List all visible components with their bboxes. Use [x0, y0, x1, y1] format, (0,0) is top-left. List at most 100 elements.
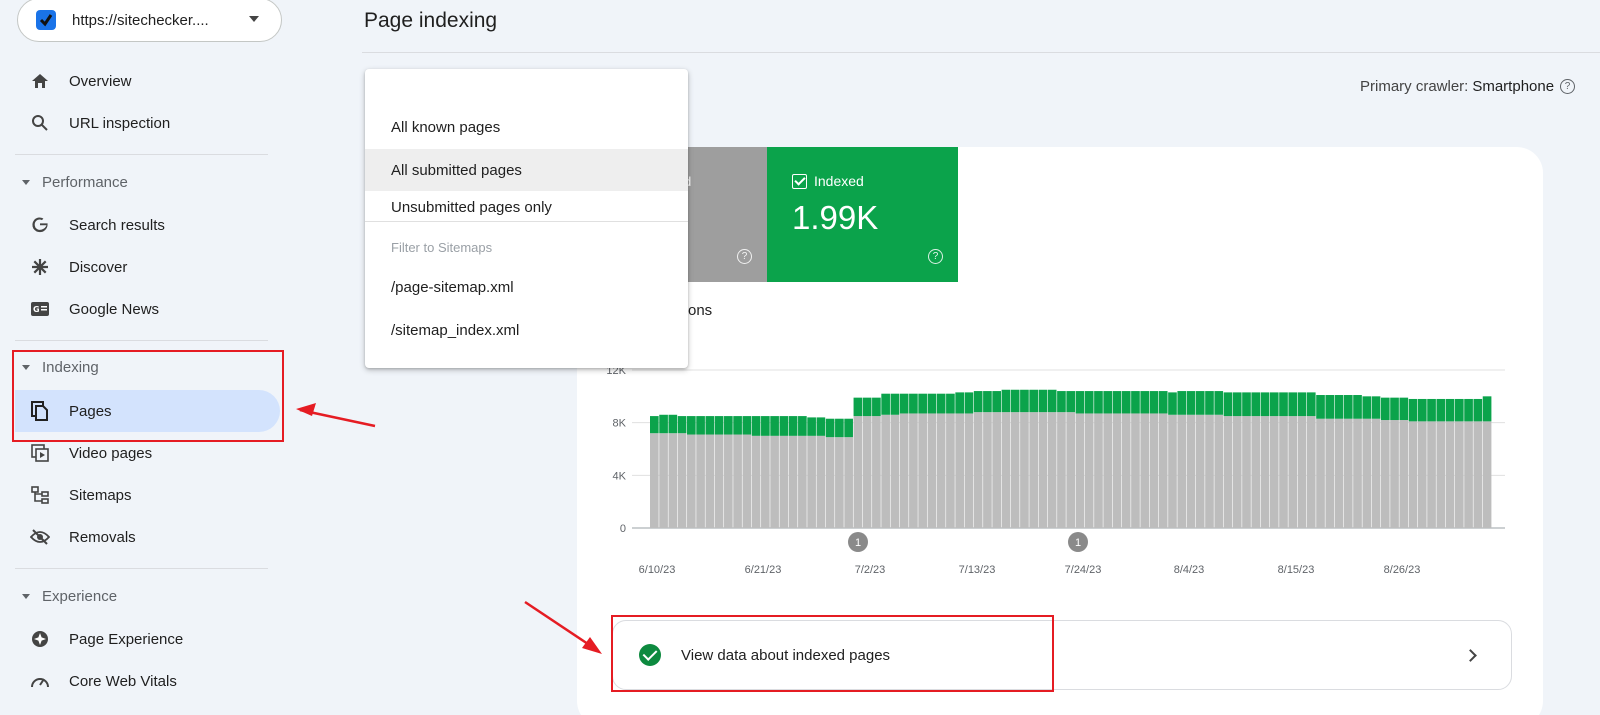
- bar-not-indexed: [890, 414, 900, 528]
- page-experience-icon: [30, 629, 50, 649]
- bar-indexed: [1436, 398, 1446, 422]
- bar-not-indexed: [1103, 413, 1113, 528]
- bar-not-indexed: [964, 413, 974, 528]
- bar-indexed: [770, 416, 779, 436]
- bar-not-indexed: [1343, 418, 1353, 528]
- news-icon: G: [30, 299, 50, 319]
- bar-indexed: [1075, 391, 1085, 414]
- gauge-icon: [30, 671, 50, 691]
- bar-indexed: [1066, 391, 1076, 413]
- bar-indexed: [1020, 389, 1029, 413]
- bar-not-indexed: [650, 433, 659, 528]
- bar-not-indexed: [1121, 413, 1131, 528]
- bar-not-indexed: [992, 412, 1002, 528]
- menu-item-page-sitemap[interactable]: /page-sitemap.xml: [365, 266, 688, 308]
- sidebar-item-sitemaps[interactable]: Sitemaps: [15, 474, 280, 516]
- help-icon[interactable]: ?: [737, 249, 752, 264]
- bar-indexed: [1158, 391, 1168, 414]
- pages-filter-menu: All known pages All submitted pages Unsu…: [365, 69, 688, 368]
- bar-not-indexed: [724, 434, 733, 528]
- bar-indexed: [779, 416, 789, 436]
- bar-not-indexed: [825, 437, 835, 528]
- checkbox-icon[interactable]: [792, 174, 807, 189]
- bar-indexed: [927, 393, 937, 414]
- bar-not-indexed: [659, 433, 668, 528]
- bar-indexed: [1297, 392, 1307, 417]
- help-icon[interactable]: ?: [928, 249, 943, 264]
- bar-not-indexed: [1232, 416, 1242, 528]
- bar-not-indexed: [714, 434, 724, 528]
- bar-not-indexed: [1269, 416, 1279, 528]
- bar-indexed: [1112, 391, 1122, 414]
- bar-indexed: [705, 416, 715, 435]
- bar-indexed: [1325, 395, 1335, 419]
- bar-indexed: [650, 416, 659, 434]
- bar-not-indexed: [1454, 421, 1464, 528]
- bar-indexed: [659, 414, 668, 434]
- section-performance[interactable]: Performance: [22, 174, 128, 191]
- sidebar-item-core-web-vitals[interactable]: Core Web Vitals: [15, 660, 280, 702]
- video-pages-icon: [30, 443, 50, 463]
- bar-not-indexed: [1214, 414, 1224, 528]
- filter-sitemaps-heading: Filter to Sitemaps: [391, 240, 493, 255]
- bar-indexed: [1001, 389, 1011, 413]
- bar-not-indexed: [983, 412, 992, 528]
- sidebar-item-overview[interactable]: Overview: [15, 60, 280, 102]
- bar-not-indexed: [1464, 421, 1473, 528]
- bar-indexed: [1454, 398, 1464, 422]
- menu-item-all-known-pages[interactable]: All known pages: [365, 106, 688, 148]
- sidebar-item-search-results[interactable]: Search results: [15, 204, 280, 246]
- bar-indexed: [918, 393, 927, 414]
- bar-not-indexed: [1223, 416, 1233, 528]
- bar-indexed: [1094, 391, 1103, 414]
- bar-indexed: [696, 416, 705, 435]
- section-experience[interactable]: Experience: [22, 588, 117, 605]
- bar-not-indexed: [705, 434, 715, 528]
- bar-indexed: [761, 416, 770, 436]
- bar-not-indexed: [1131, 413, 1140, 528]
- sidebar-item-label: Overview: [69, 72, 132, 90]
- bar-indexed: [1242, 392, 1251, 417]
- menu-item-sitemap-index[interactable]: /sitemap_index.xml: [365, 309, 688, 351]
- bar-not-indexed: [936, 413, 946, 528]
- bar-indexed: [1103, 391, 1113, 414]
- divider: [362, 52, 1600, 53]
- bar-indexed: [862, 397, 872, 417]
- not-indexed-tile[interactable]: d ?: [684, 147, 767, 282]
- bar-indexed: [1047, 389, 1057, 413]
- sidebar-item-label: URL inspection: [69, 114, 171, 132]
- bar-not-indexed: [1020, 412, 1029, 528]
- bar-not-indexed: [1057, 412, 1066, 528]
- bar-not-indexed: [816, 435, 826, 528]
- sidebar-item-discover[interactable]: Discover: [15, 246, 280, 288]
- bar-indexed: [668, 414, 678, 434]
- bar-indexed: [733, 416, 742, 435]
- indexed-tile[interactable]: Indexed 1.99K ?: [767, 147, 958, 282]
- sidebar-item-google-news[interactable]: G Google News: [15, 288, 280, 330]
- bar-indexed: [1121, 391, 1131, 414]
- x-tick-label: 6/21/23: [745, 564, 782, 576]
- bar-indexed: [872, 397, 881, 417]
- bar-indexed: [714, 416, 724, 435]
- bar-indexed: [1029, 389, 1039, 413]
- bar-indexed: [835, 418, 844, 438]
- sidebar-item-url-inspection[interactable]: URL inspection: [15, 102, 280, 144]
- chevron-down-icon[interactable]: [249, 16, 259, 22]
- sidebar-item-label: Removals: [69, 528, 136, 546]
- bar-indexed: [853, 397, 863, 417]
- help-icon[interactable]: ?: [1560, 79, 1576, 94]
- bar-indexed: [1168, 392, 1177, 415]
- primary-crawler: Primary crawler: Smartphone ?: [1360, 78, 1576, 95]
- menu-item-all-submitted-pages[interactable]: All submitted pages: [365, 149, 688, 191]
- sidebar-item-page-experience[interactable]: Page Experience: [15, 618, 280, 660]
- x-tick-label: 7/24/23: [1065, 564, 1102, 576]
- x-tick-label: 8/4/23: [1174, 564, 1205, 576]
- sidebar-item-removals[interactable]: Removals: [15, 516, 280, 558]
- menu-item-unsubmitted-pages[interactable]: Unsubmitted pages only: [365, 192, 688, 222]
- divider: [15, 154, 268, 155]
- bar-not-indexed: [1436, 421, 1446, 528]
- bar-not-indexed: [909, 413, 918, 528]
- bar-not-indexed: [1408, 421, 1418, 528]
- bar-indexed: [1057, 391, 1066, 413]
- property-selector[interactable]: https://sitechecker....: [17, 0, 282, 42]
